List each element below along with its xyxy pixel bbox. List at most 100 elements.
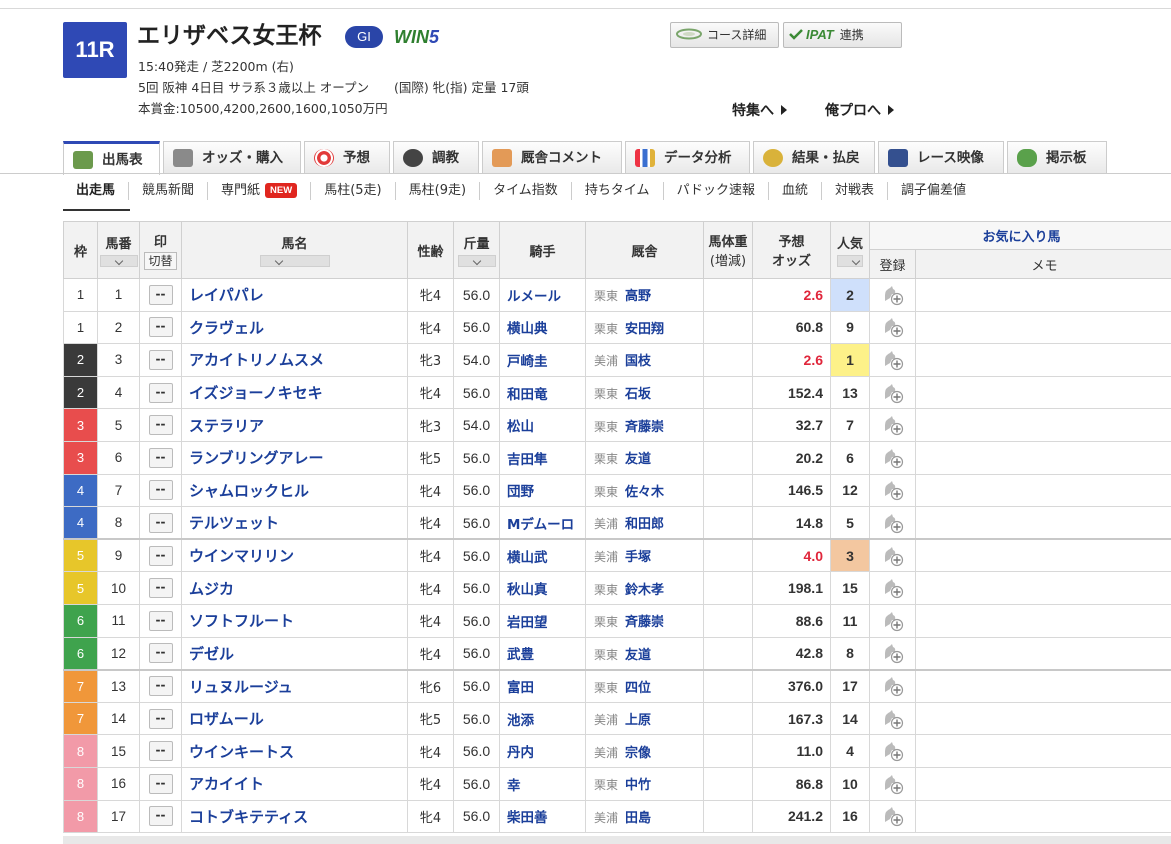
horse-name-link[interactable]: コトブキテティス (181, 799, 408, 834)
trainer-link[interactable]: 斉藤崇 (625, 615, 664, 630)
horse-name-link[interactable]: デゼル (181, 636, 408, 671)
memo-cell[interactable] (914, 734, 1171, 768)
tab-bulletin-board[interactable]: 掲示板 (1007, 141, 1107, 173)
memo-cell[interactable] (914, 799, 1171, 834)
memo-cell[interactable] (914, 701, 1171, 736)
memo-cell[interactable] (914, 473, 1171, 508)
memo-cell[interactable] (914, 343, 1171, 377)
subtab-newspaper[interactable]: 競馬新聞 (128, 182, 207, 200)
register-cell[interactable] (869, 343, 916, 377)
register-cell[interactable] (869, 506, 916, 541)
trainer-link[interactable]: 鈴木孝 (625, 583, 664, 598)
subtab-matchup[interactable]: 対戦表 (820, 182, 887, 200)
register-cell[interactable] (869, 538, 916, 573)
jockey-link[interactable]: 武豊 (499, 636, 586, 671)
tab-prediction[interactable]: 予想 (304, 141, 390, 173)
jockey-link[interactable]: 富田 (499, 669, 586, 703)
trainer-link[interactable]: 中竹 (625, 778, 651, 793)
memo-cell[interactable] (914, 440, 1171, 475)
sort-dropdown-icon[interactable] (259, 255, 330, 267)
sort-dropdown-icon[interactable] (99, 255, 138, 267)
mark-button[interactable]: -- (148, 382, 173, 403)
orepro-link[interactable]: 俺プロへ (825, 101, 894, 121)
register-cell[interactable] (869, 669, 916, 703)
tab-results-payout[interactable]: 結果・払戻 (753, 141, 875, 173)
subtab-time-index[interactable]: タイム指数 (479, 182, 571, 200)
memo-cell[interactable] (914, 603, 1171, 638)
mark-button[interactable]: -- (148, 806, 173, 827)
mark-button[interactable]: -- (148, 349, 173, 370)
jockey-link[interactable]: 和田竜 (499, 375, 586, 410)
win5-logo[interactable]: WIN5 (394, 25, 439, 49)
register-cell[interactable] (869, 278, 916, 312)
jockey-link[interactable]: 横山武 (499, 538, 586, 573)
register-cell[interactable] (869, 799, 916, 834)
mark-button[interactable]: -- (148, 676, 173, 697)
jockey-link[interactable]: 岩田望 (499, 603, 586, 638)
horse-name-link[interactable]: イズジョーノキセキ (181, 375, 408, 410)
mark-button[interactable]: -- (148, 578, 173, 599)
tab-training[interactable]: 調教 (393, 141, 479, 173)
course-detail-button[interactable]: コース詳細 (670, 22, 779, 48)
sort-dropdown-icon[interactable] (457, 255, 496, 267)
memo-cell[interactable] (914, 375, 1171, 410)
trainer-link[interactable]: 宗像 (625, 746, 651, 761)
memo-cell[interactable] (914, 571, 1171, 605)
memo-cell[interactable] (914, 636, 1171, 671)
col-kinryo[interactable]: 斤量 (453, 221, 500, 279)
horse-name-link[interactable]: シャムロックヒル (181, 473, 408, 508)
mark-button[interactable]: -- (148, 610, 173, 631)
tab-race-video[interactable]: レース映像 (878, 141, 1004, 173)
mark-button[interactable]: -- (148, 447, 173, 468)
trainer-link[interactable]: 手塚 (625, 550, 651, 565)
memo-cell[interactable] (914, 766, 1171, 801)
ipat-link-button[interactable]: IPAT 連携 (783, 22, 902, 48)
horse-name-link[interactable]: ロザムール (181, 701, 408, 736)
register-cell[interactable] (869, 734, 916, 768)
trainer-link[interactable]: 佐々木 (625, 485, 664, 500)
jockey-link[interactable]: Mデムーロ (499, 506, 586, 541)
horse-name-link[interactable]: ウインマリリン (181, 538, 408, 573)
trainer-link[interactable]: 安田翔 (625, 322, 664, 337)
subtab-past-9[interactable]: 馬柱(9走) (394, 182, 479, 200)
subtab-expert-paper[interactable]: 専門紙 NEW (207, 182, 310, 200)
tab-odds[interactable]: オッズ・購入 (163, 141, 301, 173)
memo-cell[interactable] (914, 310, 1171, 345)
memo-cell[interactable] (914, 408, 1171, 442)
mark-button[interactable]: -- (148, 415, 173, 436)
jockey-link[interactable]: 柴田善 (499, 799, 586, 834)
horse-name-link[interactable]: アカイトリノムスメ (181, 343, 408, 377)
mark-button[interactable]: -- (148, 317, 173, 338)
col-ninki[interactable]: 人気 (830, 221, 870, 279)
horse-name-link[interactable]: ムジカ (181, 571, 408, 605)
register-cell[interactable] (869, 701, 916, 736)
jockey-link[interactable]: 丹内 (499, 734, 586, 768)
mark-button[interactable]: -- (148, 284, 173, 305)
horse-name-link[interactable]: テルツェット (181, 506, 408, 541)
trainer-link[interactable]: 石坂 (625, 387, 651, 402)
subtab-condition-score[interactable]: 調子偏差値 (886, 182, 979, 200)
col-umaban[interactable]: 馬番 (97, 221, 140, 279)
register-cell[interactable] (869, 473, 916, 508)
jockey-link[interactable]: 団野 (499, 473, 586, 508)
trainer-link[interactable]: 四位 (625, 681, 651, 696)
subtab-past-5[interactable]: 馬柱(5走) (310, 182, 394, 200)
register-cell[interactable] (869, 408, 916, 442)
mark-button[interactable]: -- (148, 741, 173, 762)
tab-data-analysis[interactable]: データ分析 (625, 141, 750, 173)
trainer-link[interactable]: 高野 (625, 289, 651, 304)
register-cell[interactable] (869, 375, 916, 410)
memo-cell[interactable] (914, 278, 1171, 312)
horse-name-link[interactable]: ウインキートス (181, 734, 408, 768)
horse-name-link[interactable]: ソフトフルート (181, 603, 408, 638)
jockey-link[interactable]: 吉田隼 (499, 440, 586, 475)
jockey-link[interactable]: 池添 (499, 701, 586, 736)
trainer-link[interactable]: 上原 (625, 713, 651, 728)
register-cell[interactable] (869, 571, 916, 605)
trainer-link[interactable]: 友道 (625, 452, 651, 467)
horse-name-link[interactable]: アカイイト (181, 766, 408, 801)
register-cell[interactable] (869, 636, 916, 671)
mark-button[interactable]: -- (148, 773, 173, 794)
special-feature-link[interactable]: 特集へ (732, 101, 787, 121)
horse-name-link[interactable]: クラヴェル (181, 310, 408, 345)
